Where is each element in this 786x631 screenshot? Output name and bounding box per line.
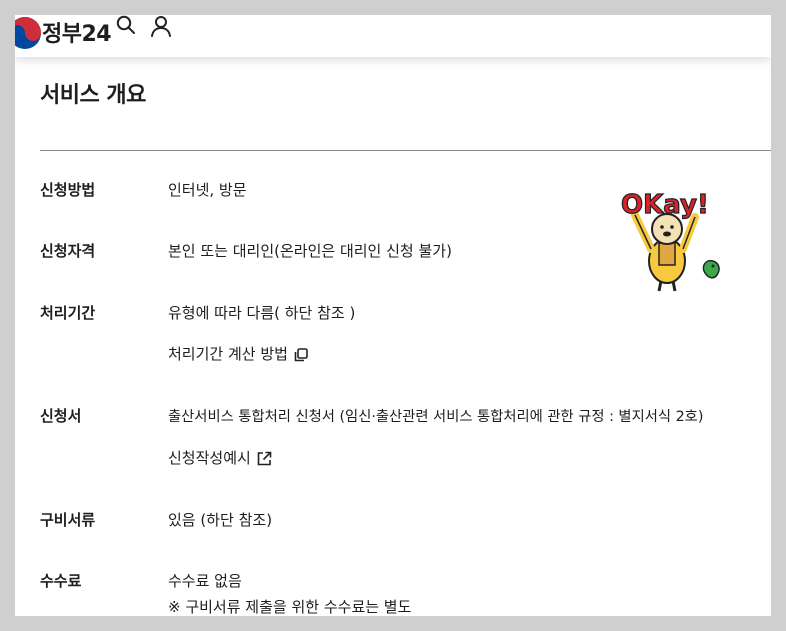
divider: [40, 150, 771, 151]
value-required-documents: 있음 (하단 참조): [168, 511, 273, 529]
value-processing-period: 유형에 따라 다름( 하단 참조 ): [168, 304, 356, 322]
value-application-method: 인터넷, 방문: [168, 181, 247, 199]
label-eligibility: 신청자격: [40, 242, 96, 260]
search-icon[interactable]: [116, 15, 136, 35]
application-example-link[interactable]: 신청작성예시: [168, 447, 272, 468]
svg-text:OKay!: OKay!: [621, 190, 709, 220]
value-eligibility: 본인 또는 대리인(온라인은 대리인 신청 불가): [168, 242, 452, 260]
processing-period-calc-link[interactable]: 처리기간 계산 방법: [168, 343, 308, 364]
copy-icon[interactable]: [294, 348, 308, 362]
value-fee-note: ※ 구비서류 제출을 위한 수수료는 별도: [168, 598, 412, 616]
label-application-form: 신청서: [40, 407, 82, 425]
top-header: 정부24: [15, 15, 771, 57]
processing-period-calc-label[interactable]: 처리기간 계산 방법: [168, 345, 288, 363]
label-required-documents: 구비서류: [40, 511, 96, 529]
service-panel: 정부24 서비스 개요 신청방법 인터넷, 방문 신청자격 본인 또는 대리인(…: [15, 15, 771, 616]
page-title: 서비스 개요: [40, 83, 146, 108]
label-processing-period: 처리기간: [40, 304, 96, 322]
label-application-method: 신청방법: [40, 181, 96, 199]
label-fee: 수수료: [40, 572, 82, 590]
brand-name[interactable]: 정부24: [42, 15, 112, 55]
value-application-form: 출산서비스 통합처리 신청서 (임신·출산관련 서비스 통합처리에 관한 규정 …: [168, 409, 704, 425]
application-example-label[interactable]: 신청작성예시: [168, 449, 251, 467]
external-link-icon[interactable]: [257, 451, 272, 466]
user-icon[interactable]: [150, 15, 172, 37]
value-fee: 수수료 없음: [168, 572, 242, 590]
okay-sticker-icon: OKay!: [621, 189, 720, 292]
